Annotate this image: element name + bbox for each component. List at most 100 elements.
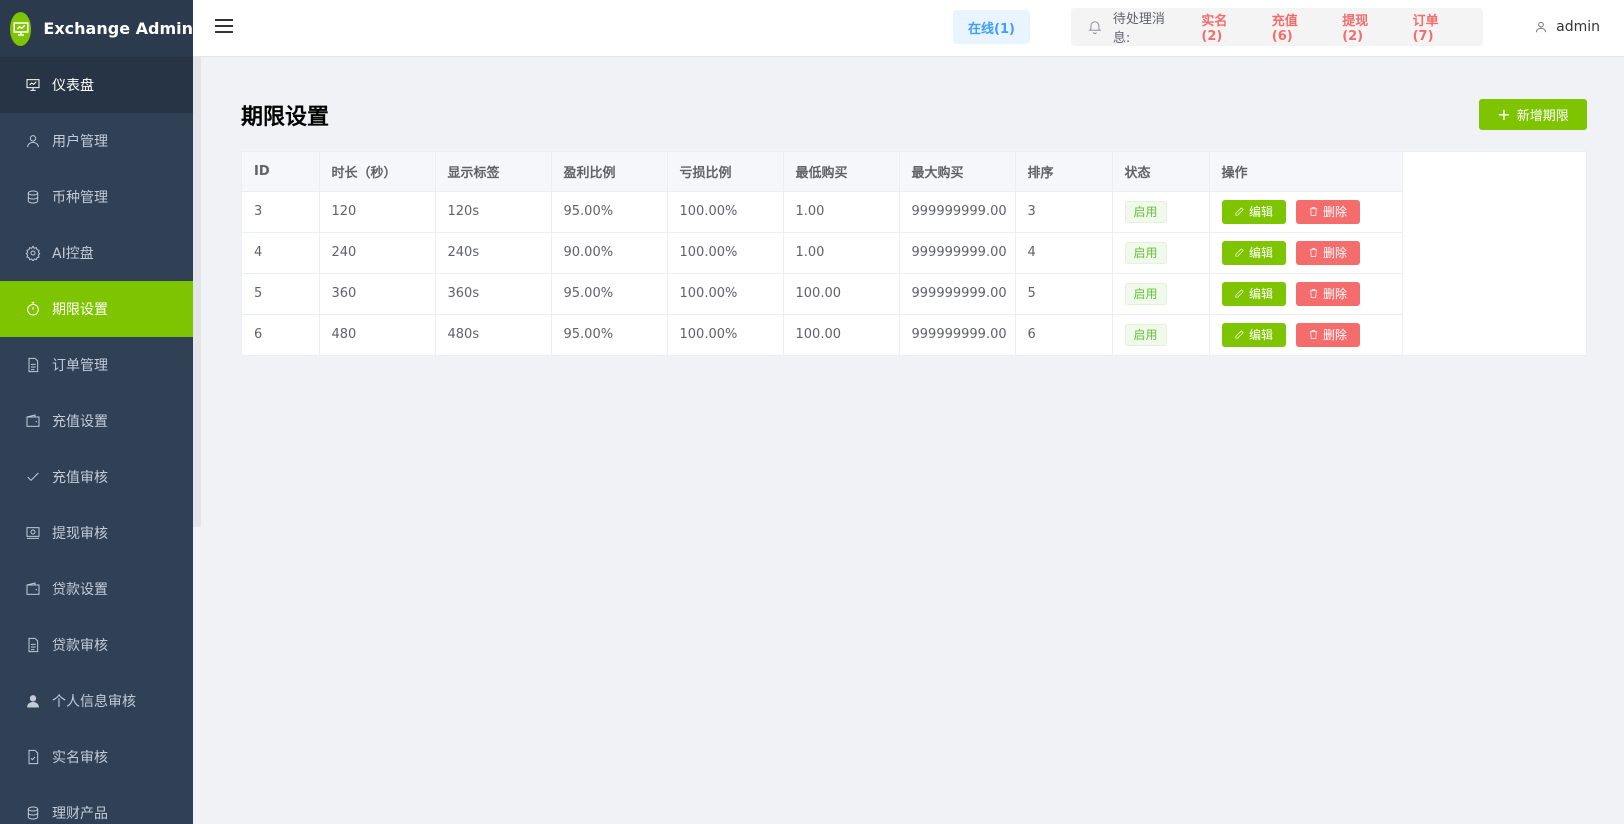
sidebar-item-label: 理财产品 bbox=[52, 806, 108, 822]
sidebar-item-label: 提现审核 bbox=[52, 526, 108, 542]
sidebar-menu: 仪表盘用户管理 币种管理 AI控盘期限设置 订单管理充值设置充值审核提现审核贷款设置贷… bbox=[0, 57, 193, 824]
table-cell: 240s bbox=[435, 232, 552, 274]
column-header: 亏损比例 bbox=[667, 152, 784, 192]
delete-label: 删除 bbox=[1322, 205, 1347, 219]
edit-button[interactable]: 编辑 bbox=[1221, 199, 1286, 224]
sidebar-item-1[interactable]: 用户管理 bbox=[0, 113, 193, 169]
table-cell: 480 bbox=[319, 314, 436, 356]
sidebar-item-7[interactable]: 充值审核 bbox=[0, 449, 193, 505]
actions-cell: 编辑 删除 bbox=[1209, 232, 1403, 274]
sidebar-item-label: 仪表盘 bbox=[52, 78, 94, 94]
status-badge: 启用 bbox=[1124, 323, 1167, 346]
column-header: 最低购买 bbox=[783, 152, 900, 192]
table-cell: 360s bbox=[435, 273, 552, 315]
status-badge: 启用 bbox=[1124, 241, 1167, 264]
sidebar-item-0[interactable]: 仪表盘 bbox=[0, 57, 193, 113]
status-badge: 启用 bbox=[1124, 282, 1167, 305]
sidebar-item-8[interactable]: 提现审核 bbox=[0, 505, 193, 561]
table-row: 3 120 120s 95.00% 100.00% 1.00 999999999.00 3 启用… bbox=[242, 191, 1403, 233]
sidebar-item-label: 充值设置 bbox=[52, 414, 108, 430]
edit-label: 编辑 bbox=[1248, 205, 1273, 219]
delete-button[interactable]: 删除 bbox=[1295, 281, 1360, 306]
notice-realname-link[interactable]: 实名(2) bbox=[1201, 10, 1247, 44]
table-cell: 120s bbox=[435, 191, 552, 233]
sidebar-item-label: AI控盘 bbox=[52, 246, 94, 262]
table-cell: 999999999.00 bbox=[899, 314, 1016, 356]
trash-icon bbox=[1309, 248, 1318, 257]
table-cell: 4 bbox=[242, 232, 320, 274]
check-icon bbox=[24, 468, 42, 486]
sidebar-item-9[interactable]: 贷款设置 bbox=[0, 561, 193, 617]
sidebar-item-label: 充值审核 bbox=[52, 470, 108, 486]
sidebar-item-12[interactable]: 实名审核 bbox=[0, 729, 193, 785]
edit-label: 编辑 bbox=[1248, 246, 1273, 260]
column-header: 排序 bbox=[1015, 152, 1113, 192]
gear-icon bbox=[24, 244, 42, 262]
sidebar-item-label: 贷款审核 bbox=[52, 638, 108, 654]
table-cell: 启用 bbox=[1112, 191, 1210, 233]
table-cell: 3 bbox=[242, 191, 320, 233]
table-cell: 启用 bbox=[1112, 273, 1210, 315]
sidebar-item-label: 贷款设置 bbox=[52, 582, 108, 598]
table-cell: 95.00% bbox=[551, 314, 668, 356]
sidebar-item-2[interactable]: 币种管理 bbox=[0, 169, 193, 225]
table-cell: 95.00% bbox=[551, 273, 668, 315]
table-cell: 3 bbox=[1015, 191, 1113, 233]
edit-button[interactable]: 编辑 bbox=[1221, 240, 1286, 265]
document-check-icon bbox=[24, 748, 42, 766]
user-icon bbox=[1536, 21, 1547, 33]
sidebar-item-13[interactable]: 理财产品 bbox=[0, 785, 193, 824]
sidebar-item-6[interactable]: 充值设置 bbox=[0, 393, 193, 449]
user-menu[interactable]: admin bbox=[1534, 19, 1600, 35]
actions-cell: 编辑 删除 bbox=[1209, 273, 1403, 315]
table-cell: 启用 bbox=[1112, 232, 1210, 274]
sidebar: Exchange Admin 仪表盘 用户管理 币种管理 AI控盘 期限设置 订单管理 充值… bbox=[0, 0, 193, 824]
notice-recharge-link[interactable]: 充值(6) bbox=[1272, 10, 1318, 44]
delete-button[interactable]: 删除 bbox=[1295, 322, 1360, 347]
user-icon bbox=[24, 132, 42, 150]
wallet-icon bbox=[24, 580, 42, 598]
add-term-button[interactable]: + 新增期限 bbox=[1479, 99, 1587, 130]
notice-order-link[interactable]: 订单(7) bbox=[1413, 10, 1459, 44]
table-cell: 100.00 bbox=[783, 273, 900, 315]
edit-button[interactable]: 编辑 bbox=[1221, 281, 1286, 306]
edit-label: 编辑 bbox=[1248, 328, 1273, 342]
table-cell: 120 bbox=[319, 191, 436, 233]
sidebar-item-10[interactable]: 贷款审核 bbox=[0, 617, 193, 673]
edit-button[interactable]: 编辑 bbox=[1221, 322, 1286, 347]
trash-icon bbox=[1309, 207, 1318, 216]
table-cell: 999999999.00 bbox=[899, 232, 1016, 274]
table-row: 6 480 480s 95.00% 100.00% 100.00 999999999.00 6… bbox=[242, 314, 1403, 356]
table-cell: 100.00% bbox=[667, 314, 784, 356]
sidebar-item-5[interactable]: 订单管理 bbox=[0, 337, 193, 393]
sidebar-scrollbar[interactable] bbox=[193, 57, 201, 527]
notice-withdraw-link[interactable]: 提现(2) bbox=[1342, 10, 1388, 44]
pending-notices-bar: 待处理消息: 实名(2) 充值(6) 提现(2) 订单(7) bbox=[1071, 8, 1483, 46]
table-header-row: ID 时长（秒） 显示标签 盈利比例 亏损比例 最低购买 最大购买 排序 状态 操作 bbox=[242, 152, 1403, 192]
wallet-icon bbox=[24, 412, 42, 430]
table-cell: 100.00% bbox=[667, 232, 784, 274]
trash-icon bbox=[1309, 330, 1318, 339]
sidebar-item-3[interactable]: AI控盘 bbox=[0, 225, 193, 281]
delete-button[interactable]: 删除 bbox=[1295, 240, 1360, 265]
bell-icon bbox=[1088, 21, 1102, 35]
top-header: 在线(1) 待处理消息: 实名(2) 充值(6) 提现(2) 订单(7) adm… bbox=[193, 0, 1624, 57]
username: admin bbox=[1556, 19, 1600, 35]
table-cell: 6 bbox=[242, 314, 320, 356]
online-status-badge[interactable]: 在线(1) bbox=[953, 10, 1030, 44]
plus-icon: + bbox=[1497, 104, 1511, 124]
page-title: 期限设置 bbox=[241, 105, 330, 130]
sidebar-item-4[interactable]: 期限设置 bbox=[0, 281, 193, 337]
column-header: ID bbox=[242, 152, 320, 192]
delete-button[interactable]: 删除 bbox=[1295, 199, 1360, 224]
hamburger-icon[interactable] bbox=[215, 19, 233, 37]
add-term-label: 新增期限 bbox=[1516, 109, 1569, 124]
status-badge: 启用 bbox=[1124, 200, 1167, 223]
database-icon bbox=[24, 804, 42, 822]
sidebar-item-11[interactable]: 个人信息审核 bbox=[0, 673, 193, 729]
table-cell: 1.00 bbox=[783, 191, 900, 233]
table-cell: 360 bbox=[319, 273, 436, 315]
delete-label: 删除 bbox=[1322, 287, 1347, 301]
sidebar-item-label: 实名审核 bbox=[52, 750, 108, 766]
term-settings-table: ID 时长（秒） 显示标签 盈利比例 亏损比例 最低购买 最大购买 排序 状态 操作 3 120 12… bbox=[241, 151, 1587, 356]
